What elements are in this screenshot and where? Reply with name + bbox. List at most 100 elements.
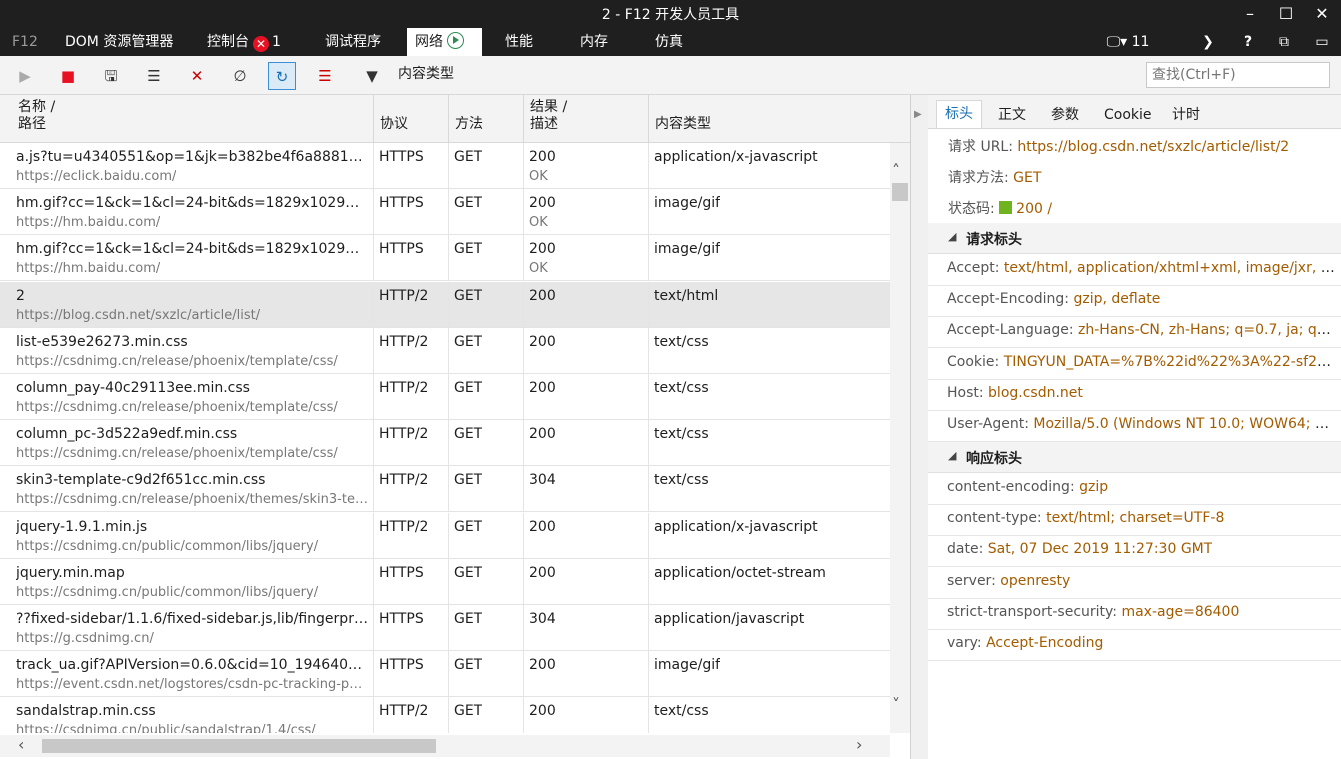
tab-dom-explorer[interactable]: DOM 资源管理器 <box>57 28 181 56</box>
header-row: Cookie: TINGYUN_DATA=%7B%22id%22%3A%22-s… <box>928 348 1341 380</box>
export-icon[interactable]: 🖫 <box>97 62 125 90</box>
tab-network[interactable]: 网络 <box>407 28 482 56</box>
error-icon: ✕ <box>253 36 269 52</box>
tab-cookies[interactable]: Cookie <box>1096 103 1160 128</box>
minimize-icon[interactable]: – <box>1232 0 1268 28</box>
cell-name: hm.gif?cc=1&ck=1&cl=24-bit&ds=1829x1029&… <box>0 235 374 282</box>
column-result[interactable]: 结果 / 描述 <box>524 95 649 142</box>
cell-method: GET <box>449 558 524 605</box>
pane-splitter[interactable]: ▶ <box>910 95 928 759</box>
table-row[interactable]: list-e539e26273.min.css https://csdnimg.c… <box>0 327 890 374</box>
tab-f12: F12 <box>12 34 38 50</box>
request-content-type: text/html <box>654 287 719 304</box>
vertical-scroll-thumb[interactable] <box>892 183 908 201</box>
console-error-count: 1 <box>272 34 281 50</box>
table-row[interactable]: ??fixed-sidebar/1.1.6/fixed-sidebar.js,l… <box>0 605 890 651</box>
header-row: strict-transport-security: max-age=86400 <box>928 598 1341 630</box>
request-path: https://event.csdn.net/logstores/csdn-pc… <box>16 677 368 693</box>
import-icon[interactable]: ☰ <box>140 62 168 90</box>
request-protocol: HTTPS <box>379 564 424 581</box>
column-method[interactable]: 方法 <box>449 95 524 142</box>
scroll-right-icon[interactable]: › <box>856 735 862 754</box>
header-row: Accept: text/html, application/xhtml+xml… <box>928 254 1341 286</box>
tab-emulation[interactable]: 仿真 <box>647 28 691 56</box>
tab-timings[interactable]: 计时 <box>1164 103 1208 128</box>
table-row[interactable]: column_pc-3d522a9edf.min.css https://csdn… <box>0 420 890 467</box>
table-row[interactable]: hm.gif?cc=1&ck=1&cl=24-bit&ds=1829x1029&… <box>0 235 890 282</box>
request-path: https://csdnimg.cn/release/phoenix/templ… <box>16 400 338 415</box>
scroll-down-icon[interactable]: ˅ <box>892 695 900 714</box>
scroll-up-icon[interactable]: ˄ <box>892 161 900 180</box>
table-row[interactable]: column_pay-40c29113ee.min.css https://csd… <box>0 374 890 420</box>
table-row[interactable]: a.js?tu=u4340551&op=1&jk=b382be4f6a88810… <box>0 143 890 189</box>
vertical-scrollbar[interactable]: ˄ ˅ <box>890 143 910 733</box>
request-method-key: 请求方法: <box>948 170 1009 186</box>
request-rows: a.js?tu=u4340551&op=1&jk=b382be4f6a88810… <box>0 143 890 733</box>
scroll-left-icon[interactable]: ‹ <box>18 735 24 754</box>
tab-headers[interactable]: 标头 <box>936 100 982 128</box>
undock-icon[interactable]: ⧉ <box>1272 28 1296 56</box>
cell-name: skin3-template-c9d2f651cc.min.css https:/… <box>0 466 374 513</box>
tab-performance[interactable]: 性能 <box>497 28 541 56</box>
cell-protocol: HTTPS <box>374 605 449 651</box>
find-input[interactable] <box>1146 62 1330 88</box>
cell-content-type: application/x-javascript <box>649 513 890 559</box>
tab-parameters[interactable]: 参数 <box>1043 103 1087 128</box>
tab-memory[interactable]: 内存 <box>572 28 616 56</box>
collapse-details-icon[interactable]: ▶ <box>914 109 922 120</box>
always-refresh-icon[interactable]: ↻ <box>268 62 296 90</box>
column-content-type[interactable]: 内容类型 <box>649 95 910 142</box>
close-icon[interactable]: ✕ <box>1304 0 1340 28</box>
table-row[interactable]: skin3-template-c9d2f651cc.min.css https:/… <box>0 466 890 513</box>
cell-protocol: HTTP/2 <box>374 697 449 733</box>
tab-console[interactable]: 控制台 ✕ 1 <box>199 28 289 56</box>
cell-protocol: HTTPS <box>374 651 449 698</box>
header-row: Accept-Language: zh-Hans-CN, zh-Hans; q=… <box>928 316 1341 349</box>
request-name: hm.gif?cc=1&ck=1&cl=24-bit&ds=1829x1029&… <box>16 241 368 258</box>
request-method-line: 请求方法: GET <box>948 167 1041 187</box>
cell-name: 2 https://blog.csdn.net/sxzlc/article/lis… <box>0 281 374 328</box>
request-headers-section[interactable]: ◢ 请求标头 <box>928 223 1341 254</box>
cell-result: 200 <box>524 327 649 374</box>
console-toggle-icon[interactable]: ❯ <box>1196 28 1220 56</box>
cell-name: ??fixed-sidebar/1.1.6/fixed-sidebar.js,l… <box>0 605 374 651</box>
column-method-label: 方法 <box>455 116 483 132</box>
table-row[interactable]: jquery-1.9.1.min.js https://csdnimg.cn/pu… <box>0 512 890 559</box>
cell-protocol: HTTP/2 <box>374 512 449 559</box>
table-row[interactable]: 2 https://blog.csdn.net/sxzlc/article/lis… <box>0 281 890 328</box>
cell-method: GET <box>449 466 524 513</box>
status-ok-icon <box>999 201 1013 214</box>
clear-session-icon[interactable]: ✕ <box>183 62 211 90</box>
cell-name: list-e539e26273.min.css https://csdnimg.c… <box>0 327 374 374</box>
request-method: GET <box>454 333 483 350</box>
horizontal-scroll-thumb[interactable] <box>42 739 436 753</box>
content-type-filter[interactable]: 内容类型 <box>398 63 454 83</box>
clear-entries-icon[interactable]: ☰ <box>311 62 339 90</box>
request-result: 200 <box>529 703 556 720</box>
request-name: sandalstrap.min.css <box>16 703 156 720</box>
clear-cache-icon[interactable]: ∅ <box>226 62 254 90</box>
table-row[interactable]: sandalstrap.min.css https://csdnimg.cn/pu… <box>0 697 890 733</box>
tab-debugger[interactable]: 调试程序 <box>317 28 389 56</box>
request-desc: OK <box>529 215 548 231</box>
response-headers-section[interactable]: ◢ 响应标头 <box>928 442 1341 473</box>
start-profiling-icon[interactable]: ▶ <box>11 62 39 90</box>
stop-profiling-icon[interactable]: ■ <box>54 62 82 90</box>
horizontal-scrollbar[interactable]: ‹ › <box>0 735 890 757</box>
dock-icon[interactable]: ▭ <box>1308 28 1336 56</box>
header-row: content-encoding: gzip <box>928 473 1341 505</box>
filter-icon[interactable]: ▼ <box>358 62 386 90</box>
table-row[interactable]: hm.gif?cc=1&ck=1&cl=24-bit&ds=1829x1029&… <box>0 189 890 236</box>
table-row[interactable]: track_ua.gif?APIVersion=0.6.0&cid=10_194… <box>0 651 890 698</box>
cell-method: GET <box>449 189 524 236</box>
tab-body[interactable]: 正文 <box>990 103 1034 128</box>
request-result: 200 <box>529 518 556 535</box>
header-value: gzip, deflate <box>1073 291 1161 308</box>
table-row[interactable]: jquery.min.map https://csdnimg.cn/public/… <box>0 558 890 605</box>
target-selector[interactable]: 🖵▾ 11 <box>1098 28 1158 56</box>
help-icon[interactable]: ? <box>1236 28 1260 56</box>
maximize-icon[interactable]: ☐ <box>1268 0 1304 28</box>
header-key: date: <box>947 541 984 558</box>
column-protocol[interactable]: 协议 <box>374 95 449 142</box>
column-name[interactable]: 名称 / 路径 <box>0 95 374 142</box>
